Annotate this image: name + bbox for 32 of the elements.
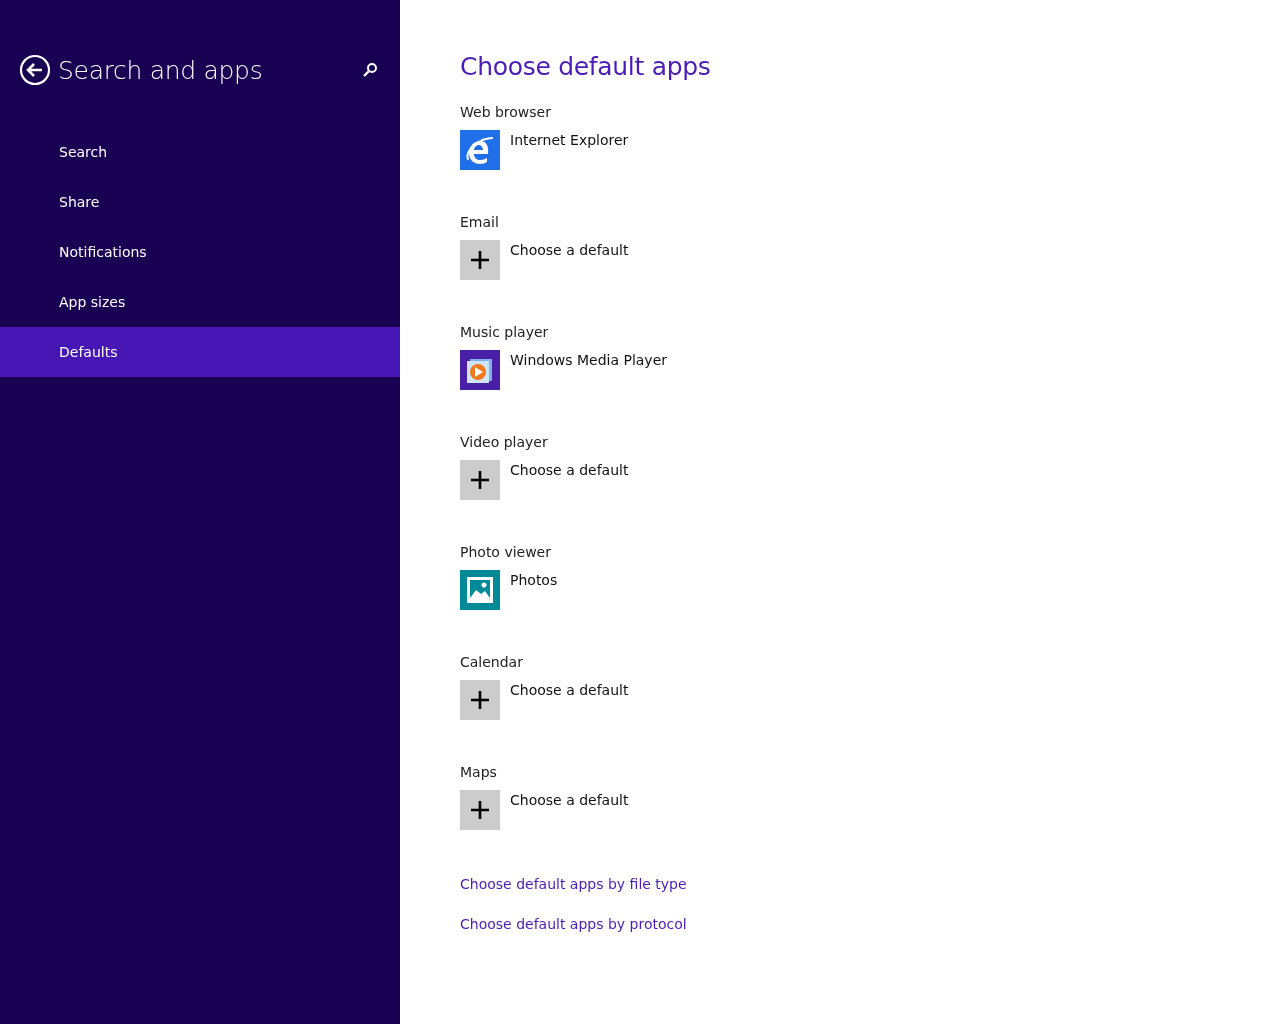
add-icon[interactable]: [460, 460, 500, 500]
nav-item[interactable]: App sizes: [0, 277, 400, 327]
category-label: Web browser: [460, 104, 552, 122]
add-icon[interactable]: [460, 240, 500, 280]
nav-item[interactable]: Defaults: [0, 327, 400, 377]
sidebar-title: Search and apps: [58, 55, 264, 85]
nav-item[interactable]: Share: [0, 177, 400, 227]
nav-item[interactable]: Notifications: [0, 227, 400, 277]
search-icon[interactable]: [362, 62, 378, 78]
add-icon[interactable]: [460, 680, 500, 720]
app-name[interactable]: Photos: [510, 570, 558, 590]
app-name[interactable]: Internet Explorer: [510, 130, 629, 150]
media-player-icon[interactable]: [460, 350, 500, 390]
category-label: Email: [460, 214, 500, 232]
nav-item[interactable]: Search: [0, 127, 400, 177]
app-name[interactable]: Choose a default: [510, 790, 629, 810]
category-label: Music player: [460, 324, 550, 342]
category-label: Calendar: [460, 654, 524, 672]
link[interactable]: Choose default apps by file type: [460, 876, 687, 916]
app-name[interactable]: Choose a default: [510, 680, 629, 700]
category-label: Video player: [460, 434, 549, 452]
app-name[interactable]: Choose a default: [510, 460, 629, 480]
add-icon[interactable]: [460, 790, 500, 830]
browser-icon[interactable]: [460, 130, 500, 170]
page-title: Choose default apps: [460, 52, 712, 83]
link[interactable]: Choose default apps by protocol: [460, 916, 687, 956]
category-label: Photo viewer: [460, 544, 552, 562]
back-icon[interactable]: [19, 54, 51, 86]
app-name[interactable]: Windows Media Player: [510, 350, 667, 370]
category-label: Maps: [460, 764, 498, 782]
photos-icon[interactable]: [460, 570, 500, 610]
app-name[interactable]: Choose a default: [510, 240, 629, 260]
